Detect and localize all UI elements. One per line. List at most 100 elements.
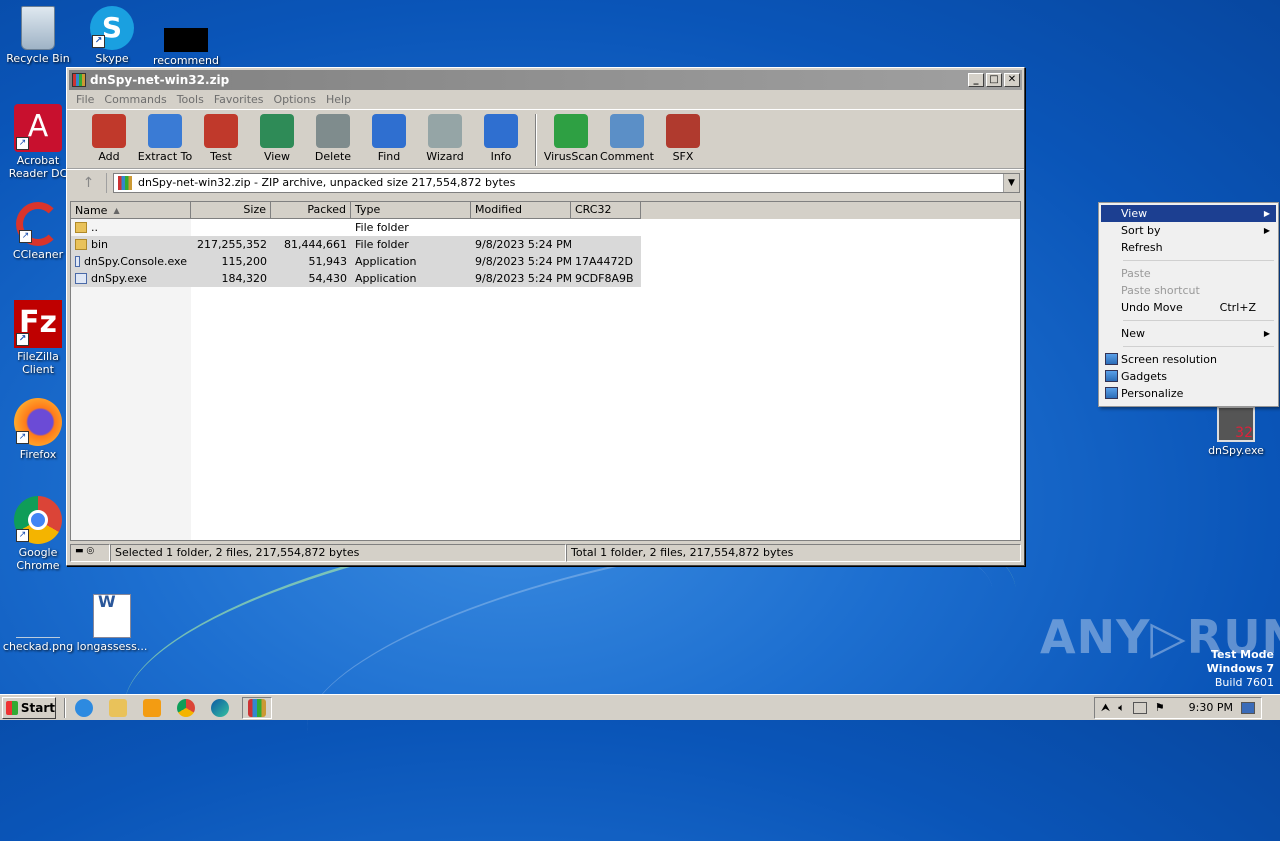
desktop-icon-filezilla[interactable]: Fz ↗ FileZilla Client (0, 300, 76, 376)
media-player-icon (143, 698, 161, 717)
table-row[interactable]: bin 217,255,352 81,444,661 File folder 9/8/2… (71, 236, 1020, 253)
column-crc32[interactable]: CRC32 (571, 202, 641, 219)
desktop-icon-firefox[interactable]: ↗ Firefox (0, 398, 76, 461)
context-menu-personalize[interactable]: Personalize (1101, 385, 1276, 402)
taskbar: Start ⮝ 🔈︎ ⚑ 9:30 PM (0, 694, 1280, 720)
taskbar-chrome[interactable] (174, 697, 198, 719)
chevron-down-icon[interactable]: ▼ (1003, 173, 1019, 192)
show-desktop-button[interactable] (1266, 697, 1280, 719)
toolbar-extract-to-button[interactable]: Extract To (137, 114, 193, 168)
column-modified[interactable]: Modified (471, 202, 571, 219)
toolbar-find-button[interactable]: Find (361, 114, 417, 168)
desktop-icon-ccleaner[interactable]: ↗ CCleaner (0, 202, 76, 261)
toolbar-virusscan-button[interactable]: VirusScan (543, 114, 599, 168)
winrar-app-icon (72, 73, 86, 87)
column-type[interactable]: Type (351, 202, 471, 219)
toolbar-add-button[interactable]: Add (81, 114, 137, 168)
menu-favorites[interactable]: Favorites (209, 93, 269, 106)
personalize-icon (1105, 387, 1118, 399)
submenu-arrow-icon: ▶ (1263, 226, 1270, 235)
drive-icon[interactable]: ▬ ◎ (70, 544, 110, 562)
desktop-icon-recycle-bin[interactable]: Recycle Bin (0, 6, 76, 65)
action-center-flag-icon[interactable]: ⚑ (1155, 701, 1165, 714)
taskbar-ie[interactable] (72, 697, 96, 719)
edge-icon (211, 698, 229, 717)
column-packed[interactable]: Packed (271, 202, 351, 219)
maximize-button[interactable]: □ (986, 73, 1002, 87)
filezilla-icon: Fz ↗ (14, 300, 62, 348)
magnifier-icon (372, 114, 406, 148)
context-menu-new[interactable]: New ▶ (1101, 325, 1276, 342)
desktop-icon-skype[interactable]: S ↗ Skype (74, 6, 150, 65)
table-row[interactable]: .. File folder (71, 219, 1020, 236)
address-text: dnSpy-net-win32.zip - ZIP archive, unpac… (138, 176, 516, 189)
desktop-icon-longassess[interactable]: W longassess... (74, 594, 150, 654)
taskbar-media-player[interactable] (140, 697, 164, 719)
taskbar-winrar[interactable] (242, 696, 272, 719)
toolbar-delete-button[interactable]: Delete (305, 114, 361, 168)
cell-packed: 54,430 (308, 272, 348, 285)
wand-icon (428, 114, 462, 148)
title-bar[interactable]: dnSpy-net-win32.zip _ □ ✕ (69, 70, 1022, 90)
cell-type: File folder (355, 221, 409, 234)
table-row[interactable]: dnSpy.Console.exe 115,200 51,943 Applicatio… (71, 253, 1020, 270)
chrome-icon (177, 698, 195, 717)
context-menu-gadgets[interactable]: Gadgets (1101, 368, 1276, 385)
menu-help[interactable]: Help (321, 93, 356, 106)
windows-flag-icon (6, 700, 18, 715)
desktop-icon-recommend[interactable]: recommend (148, 6, 224, 67)
volume-icon[interactable]: 🔈︎ (1118, 701, 1125, 715)
context-menu-view[interactable]: View ▶ (1101, 205, 1276, 222)
context-menu-sort-by[interactable]: Sort by ▶ (1101, 222, 1276, 239)
menu-file[interactable]: File (71, 93, 99, 106)
window-title: dnSpy-net-win32.zip (90, 73, 230, 87)
column-name[interactable]: Name ▲ (71, 202, 191, 219)
start-button[interactable]: Start (2, 696, 56, 719)
close-button[interactable]: ✕ (1004, 73, 1020, 87)
skype-icon: S ↗ (90, 6, 134, 50)
table-row[interactable]: dnSpy.exe 184,320 54,430 Application 9/8/202… (71, 270, 1020, 287)
column-size[interactable]: Size (191, 202, 271, 219)
toolbar-comment-button[interactable]: Comment (599, 114, 655, 168)
internet-explorer-icon (75, 698, 93, 717)
application-icon (75, 273, 87, 284)
tray-expand-icon[interactable]: ⮝ (1101, 701, 1110, 715)
virus-icon (554, 114, 588, 148)
cell-size: 217,255,352 (197, 238, 267, 251)
toolbar-wizard-button[interactable]: Wizard (417, 114, 473, 168)
sfx-books-icon (666, 114, 700, 148)
comment-icon (610, 114, 644, 148)
context-menu-undo-move[interactable]: Undo Move Ctrl+Z (1101, 299, 1276, 316)
context-menu-paste-shortcut: Paste shortcut (1121, 284, 1200, 297)
up-arrow-icon[interactable]: ↑ (71, 172, 107, 193)
minimize-button[interactable]: _ (968, 73, 984, 87)
network-icon[interactable] (1132, 701, 1147, 714)
desktop-icon-chrome[interactable]: ↗ Google Chrome (0, 496, 76, 572)
cell-size: 115,200 (221, 255, 268, 268)
cell-crc32: 9CDF8A9B (575, 272, 634, 285)
context-menu-refresh[interactable]: Refresh (1101, 239, 1276, 256)
chrome-icon: ↗ (14, 496, 62, 544)
desktop-icon-checkad[interactable]: checkad.png (0, 594, 76, 653)
desktop-context-menu: View ▶ Sort by ▶ Refresh Paste Paste shortcut U… (1098, 202, 1279, 407)
menu-tools[interactable]: Tools (172, 93, 209, 106)
taskbar-edge[interactable] (208, 697, 232, 719)
address-bar[interactable]: dnSpy-net-win32.zip - ZIP archive, unpac… (113, 172, 1020, 193)
toolbar-sfx-button[interactable]: SFX (655, 114, 711, 168)
desktop-icon-acrobat[interactable]: A ↗ Acrobat Reader DC (0, 104, 76, 180)
toolbar-info-button[interactable]: Info (473, 114, 529, 168)
desktop-icon-dnspy[interactable]: 32 dnSpy.exe (1198, 406, 1274, 457)
notification-icon[interactable] (1241, 701, 1255, 714)
status-total: Total 1 folder, 2 files, 217,554,872 byt… (566, 544, 1021, 562)
cell-name: .. (71, 221, 191, 234)
cell-name: dnSpy.exe (71, 272, 191, 285)
menu-commands[interactable]: Commands (99, 93, 171, 106)
toolbar-view-button[interactable]: View (249, 114, 305, 168)
context-menu-screen-resolution[interactable]: Screen resolution (1101, 351, 1276, 368)
add-icon (92, 114, 126, 148)
menu-options[interactable]: Options (269, 93, 321, 106)
taskbar-explorer[interactable] (106, 697, 130, 719)
clock[interactable]: 9:30 PM (1189, 701, 1233, 714)
toolbar-test-button[interactable]: Test (193, 114, 249, 168)
recycle-bin-icon (21, 6, 55, 50)
